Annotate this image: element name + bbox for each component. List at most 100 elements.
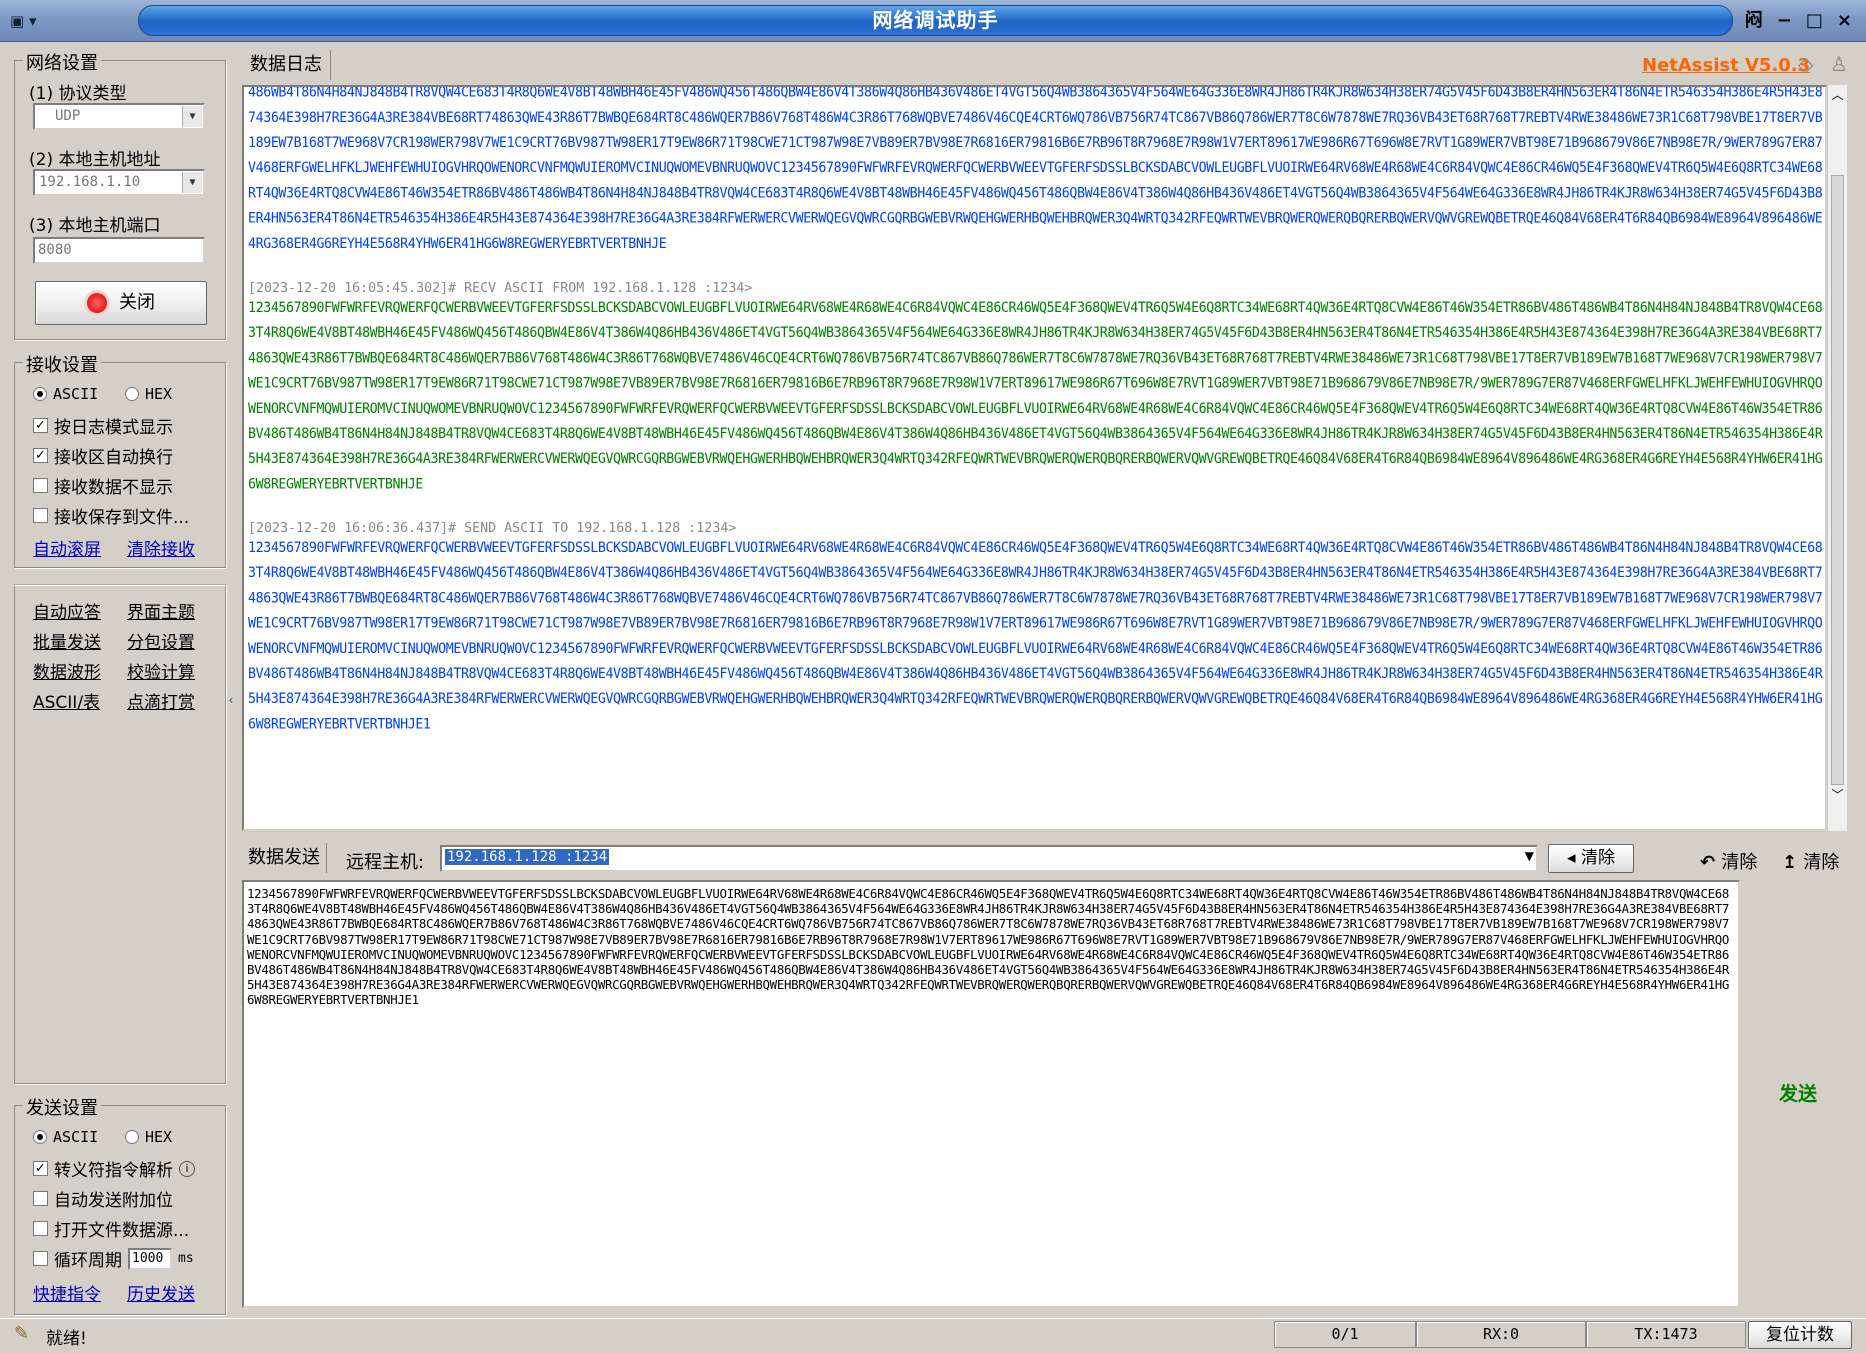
- tx-count: TX:1473: [1586, 1321, 1746, 1348]
- receive-settings-group: 接收设置 ASCII HEX ✓ 按日志模式显示 ✓ 接收区自动换行 接收数据不显示…: [14, 351, 226, 568]
- recv-hex-radio[interactable]: HEX: [125, 385, 172, 403]
- tab-data-log[interactable]: 数据日志: [242, 50, 331, 80]
- packet-count: 0/1: [1274, 1321, 1416, 1348]
- send-textarea[interactable]: 1234567890FWFWRFEVRQWERFQCWERBVWEEVTGFER…: [242, 880, 1740, 1308]
- checkbox-checked: ✓: [33, 1161, 48, 1176]
- auto-reply-link[interactable]: 自动应答: [33, 598, 101, 623]
- checkbox-unchecked: [33, 1221, 48, 1236]
- radio-unselected: [125, 387, 139, 401]
- window-controls: 闷 − □ ×: [1745, 6, 1852, 36]
- ascii-table-link[interactable]: ASCII/表: [33, 688, 100, 713]
- checkbox-label: 接收区自动换行: [54, 448, 173, 468]
- auto-scroll-link[interactable]: 自动滚屏: [33, 535, 101, 560]
- log-entry-text: 1234567890FWFWRFEVRQWERFQCWERBVWEEVTGFER…: [248, 300, 1823, 493]
- loop-checkbox[interactable]: 循环周期 1000 ms: [33, 1246, 194, 1271]
- scroll-thumb[interactable]: [1831, 175, 1844, 785]
- network-settings-group: 网络设置 (1) 协议类型 UDP ▼ (2) 本地主机地址 192.168.1…: [14, 49, 226, 340]
- scroll-down-icon[interactable]: ﹀: [1828, 785, 1847, 805]
- checkbox-checked: ✓: [33, 448, 48, 463]
- tools-group: 自动应答 界面主题 批量发送 分包设置 数据波形 校验计算 ASCII/表 点滴…: [14, 584, 226, 1084]
- batch-send-link[interactable]: 批量发送: [33, 628, 101, 653]
- donate-link[interactable]: 点滴打赏: [127, 688, 195, 713]
- arrow-left-icon: ◂: [1567, 848, 1581, 868]
- scroll-up-icon[interactable]: ︿: [1828, 85, 1847, 105]
- checkbox-label: 循环周期: [54, 1251, 122, 1271]
- checkbox-checked: ✓: [33, 418, 48, 433]
- send-ascii-radio[interactable]: ASCII: [33, 1128, 98, 1146]
- loop-interval-input[interactable]: 1000: [128, 1247, 172, 1270]
- checkbox-unchecked: [33, 508, 48, 523]
- maximize-icon[interactable]: □: [1806, 6, 1823, 36]
- close-connection-button[interactable]: 关闭: [35, 281, 207, 325]
- reset-count-button[interactable]: 复位计数: [1748, 1321, 1852, 1349]
- port-input[interactable]: 8080: [33, 237, 205, 264]
- send-hex-radio[interactable]: HEX: [125, 1128, 172, 1146]
- checkbox-label: 按日志模式显示: [54, 418, 173, 438]
- protocol-value: UDP: [55, 108, 81, 124]
- recv-ascii-radio[interactable]: ASCII: [33, 385, 98, 403]
- group-title: 接收设置: [23, 351, 101, 377]
- button-label: 清除: [1803, 852, 1840, 873]
- log-entry: [2023-12-20 16:06:36.437]# SEND ASCII TO…: [244, 517, 1825, 733]
- app-menu-icon[interactable]: ▣ ▾: [10, 6, 66, 36]
- brand-label[interactable]: NetAssist V5.0.3: [1642, 55, 1810, 76]
- theme-link[interactable]: 界面主题: [127, 598, 195, 623]
- host-select[interactable]: 192.168.1.10 ▼: [33, 169, 205, 196]
- info-icon[interactable]: i: [179, 1160, 195, 1177]
- escape-parse-checkbox[interactable]: ✓ 转义符指令解析 i: [33, 1156, 195, 1181]
- host-label: (2) 本地主机地址: [29, 150, 161, 170]
- clear-remote-button[interactable]: ◂ 清除: [1548, 844, 1634, 873]
- button-label: 清除: [1580, 848, 1615, 868]
- receive-log[interactable]: 486WB4T86N4H84NJ848B4TR8VQW4CE683T4R8Q6W…: [242, 85, 1827, 831]
- remote-host-combo[interactable]: 192.168.1.128 :1234 ▼: [440, 845, 1538, 872]
- status-icon: ✎: [14, 1323, 30, 1344]
- group-title: 网络设置: [23, 49, 101, 75]
- checksum-link[interactable]: 校验计算: [127, 658, 195, 683]
- collapse-panel-handle[interactable]: ‹: [226, 650, 236, 750]
- append-bits-checkbox[interactable]: 自动发送附加位: [33, 1186, 173, 1211]
- radio-unselected: [125, 1130, 139, 1144]
- diamond-icon[interactable]: ◇: [1798, 52, 1813, 76]
- log-scrollbar[interactable]: ︿ ﹀: [1827, 85, 1847, 831]
- window-title: 网络调试助手: [138, 5, 1733, 36]
- checkbox-unchecked: [33, 1251, 48, 1266]
- hide-data-checkbox[interactable]: 接收数据不显示: [33, 473, 173, 498]
- pin-icon[interactable]: 闷: [1745, 6, 1763, 36]
- waveform-link[interactable]: 数据波形: [33, 658, 101, 683]
- remote-host-value: 192.168.1.128 :1234: [445, 849, 610, 865]
- close-button-label: 关闭: [119, 292, 155, 313]
- auto-wrap-checkbox[interactable]: ✓ 接收区自动换行: [33, 443, 173, 468]
- close-icon[interactable]: ×: [1837, 6, 1852, 36]
- file-source-checkbox[interactable]: 打开文件数据源...: [33, 1216, 189, 1241]
- host-value: 192.168.1.10: [39, 174, 141, 190]
- send-history-link[interactable]: 历史发送: [127, 1280, 195, 1305]
- bell-icon[interactable]: ♙: [1830, 52, 1848, 76]
- status-ready: 就绪!: [46, 1329, 87, 1349]
- radio-selected: [33, 1130, 47, 1144]
- up-arrow-icon: ↥: [1782, 852, 1804, 873]
- clear-log-button[interactable]: ↶ 清除: [1700, 848, 1757, 874]
- group-title: 发送设置: [23, 1094, 101, 1120]
- red-light-icon: [87, 293, 107, 313]
- clear-send-button[interactable]: ↥ 清除: [1782, 848, 1839, 874]
- button-label: 清除: [1721, 852, 1758, 873]
- chevron-down-icon[interactable]: ▼: [182, 172, 202, 193]
- clear-receive-link[interactable]: 清除接收: [127, 535, 195, 560]
- undo-arrow-icon: ↶: [1700, 852, 1722, 873]
- log-mode-checkbox[interactable]: ✓ 按日志模式显示: [33, 413, 173, 438]
- send-button[interactable]: 发送: [1748, 880, 1848, 1308]
- log-entry-text: 486WB4T86N4H84NJ848B4TR8VQW4CE683T4R8Q6W…: [248, 85, 1823, 252]
- loop-unit: ms: [178, 1251, 194, 1266]
- protocol-select[interactable]: UDP ▼: [33, 103, 205, 130]
- minimize-icon[interactable]: −: [1777, 6, 1792, 36]
- packet-settings-link[interactable]: 分包设置: [127, 628, 195, 653]
- checkbox-label: 转义符指令解析: [54, 1161, 173, 1181]
- checkbox-label: 打开文件数据源...: [54, 1221, 190, 1241]
- shortcut-commands-link[interactable]: 快捷指令: [33, 1280, 101, 1305]
- tab-data-send[interactable]: 数据发送: [242, 843, 327, 873]
- save-file-checkbox[interactable]: 接收保存到文件...: [33, 503, 189, 528]
- checkbox-label: 接收保存到文件...: [54, 508, 190, 528]
- radio-label: ASCII: [53, 385, 99, 403]
- chevron-down-icon[interactable]: ▼: [182, 106, 202, 127]
- chevron-down-icon[interactable]: ▼: [1525, 849, 1534, 863]
